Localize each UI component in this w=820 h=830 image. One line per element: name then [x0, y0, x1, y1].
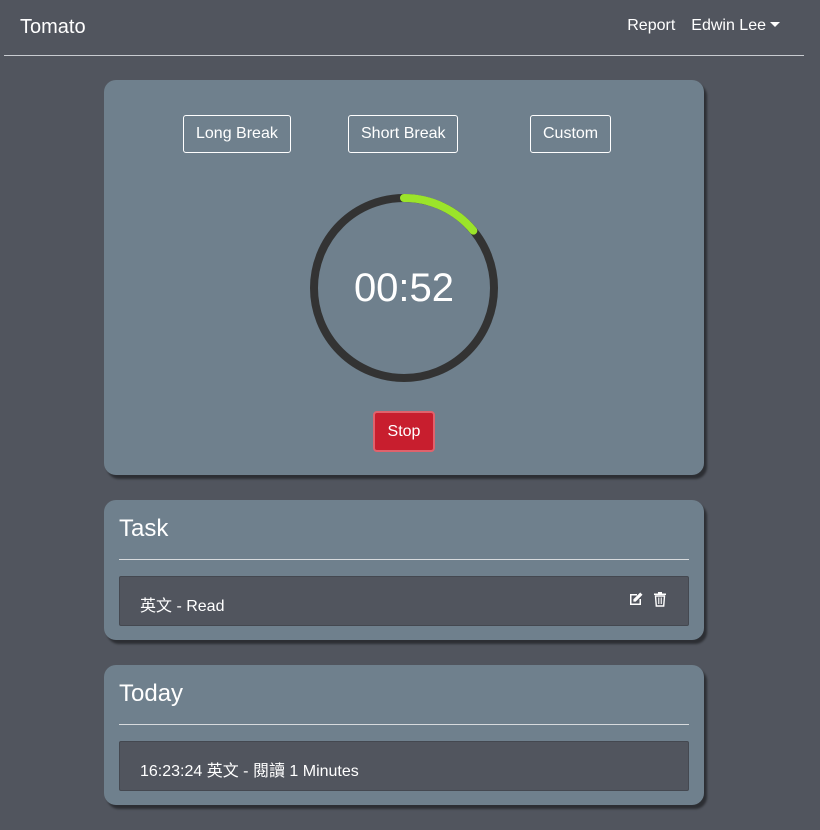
timer-display: 00:52: [353, 265, 455, 310]
today-title: Today: [119, 680, 184, 707]
trash-icon[interactable]: [652, 591, 668, 607]
today-card: Today 16:23:24 英文 - 閱讀 1 Minutes: [104, 665, 704, 805]
caret-down-icon: [770, 22, 780, 27]
task-card: Task 英文 - Read: [104, 500, 704, 640]
user-dropdown[interactable]: Edwin Lee: [691, 17, 780, 35]
today-item: 16:23:24 英文 - 閱讀 1 Minutes: [119, 741, 689, 791]
stop-button[interactable]: Stop: [373, 411, 435, 452]
short-break-button[interactable]: Short Break: [348, 115, 459, 153]
timer-ring: 00:52: [308, 192, 500, 384]
brand-logo[interactable]: Tomato: [20, 16, 86, 39]
task-divider: [119, 559, 689, 560]
navbar: Tomato Report Edwin Lee: [4, 0, 804, 56]
long-break-button[interactable]: Long Break: [183, 115, 291, 153]
edit-icon[interactable]: [628, 591, 644, 607]
timer-card: Long Break Short Break Custom 00:52 Stop: [104, 80, 704, 475]
nav-right: Report Edwin Lee: [627, 17, 780, 35]
task-item-text: 英文 - Read: [140, 598, 225, 615]
report-link[interactable]: Report: [627, 17, 675, 35]
custom-button[interactable]: Custom: [530, 115, 612, 153]
task-title: Task: [119, 515, 169, 542]
task-item[interactable]: 英文 - Read: [119, 576, 689, 626]
today-item-text: 16:23:24 英文 - 閱讀 1 Minutes: [140, 763, 359, 780]
today-divider: [119, 724, 689, 725]
user-name: Edwin Lee: [691, 17, 766, 34]
task-item-actions: [628, 591, 668, 607]
